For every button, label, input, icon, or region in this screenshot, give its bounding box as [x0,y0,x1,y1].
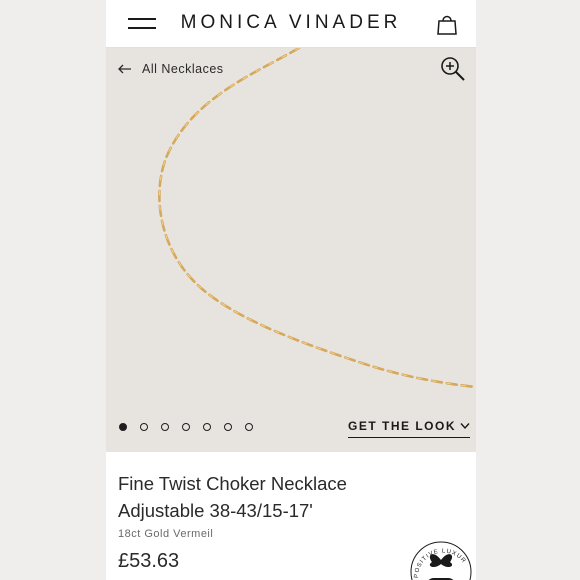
background-left [0,0,106,580]
shopping-bag-icon[interactable] [436,12,458,36]
zoom-in-icon[interactable] [440,56,466,82]
site-header: MONICA VINADER [106,0,476,48]
chevron-down-icon [460,423,470,430]
back-to-necklaces-link[interactable]: All Necklaces [118,62,224,76]
pagination-dot[interactable] [161,423,169,431]
product-price: £53.63 [118,550,180,572]
image-pagination [119,423,253,431]
get-the-look-button[interactable]: GET THE LOOK [348,419,470,438]
arrow-left-icon [118,64,131,74]
pagination-dot[interactable] [203,423,211,431]
product-title-line-1: Fine Twist Choker Necklace [118,473,347,494]
positive-luxury-badge[interactable]: POSITIVE LUXURY [403,526,476,580]
brand-logo[interactable]: MONICA VINADER [106,12,476,34]
pagination-dot[interactable] [224,423,232,431]
pagination-dot[interactable] [182,423,190,431]
background-right [476,0,580,580]
product-title: Fine Twist Choker Necklace Adjustable 38… [118,470,438,524]
product-image-gallery[interactable]: All Necklaces GET THE LOOK [106,48,476,452]
back-link-label: All Necklaces [142,62,224,76]
pagination-dot[interactable] [140,423,148,431]
product-material: 18ct Gold Vermeil [118,528,214,540]
get-the-look-label: GET THE LOOK [348,419,456,433]
product-title-line-2: Adjustable 38-43/15-17' [118,500,313,521]
mobile-screen: MONICA VINADER All Necklaces GET THE LOO… [106,0,476,580]
pagination-dot[interactable] [245,423,253,431]
necklace-image [158,48,476,389]
pagination-dot[interactable] [119,423,127,431]
